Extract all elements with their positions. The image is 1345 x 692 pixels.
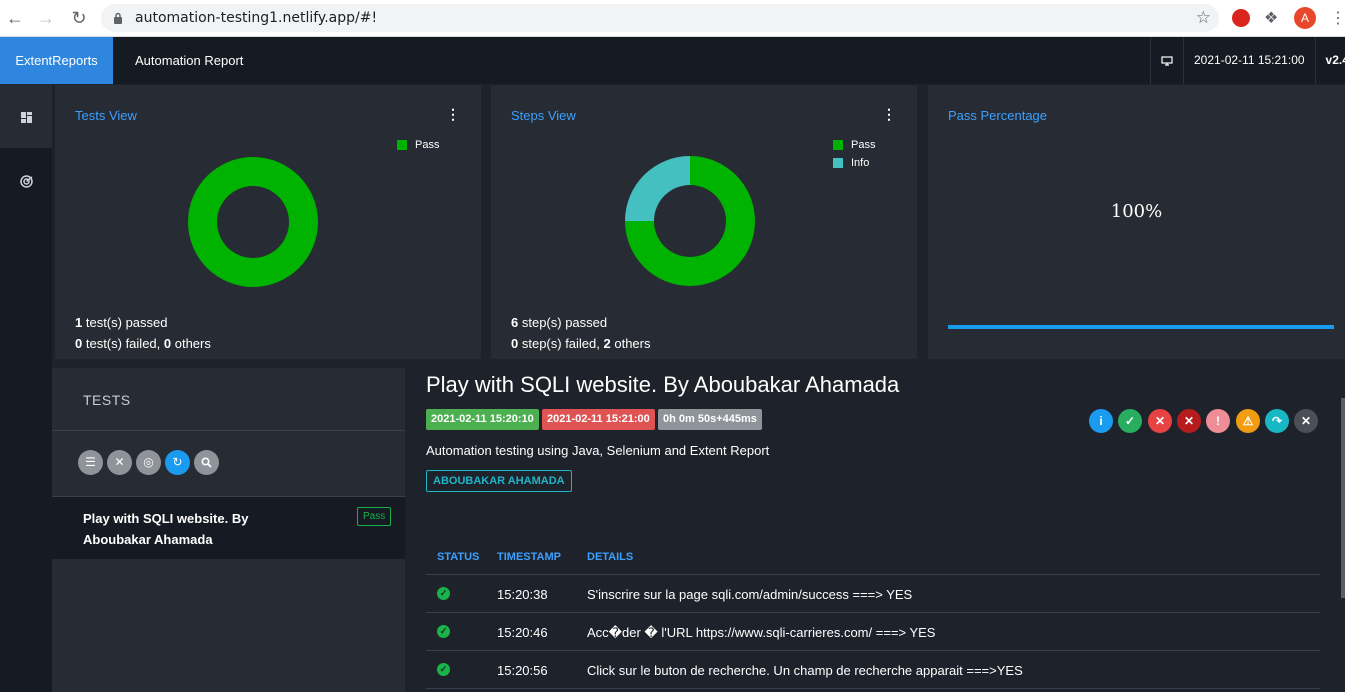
dashboard-icon[interactable]: [0, 84, 52, 148]
table-row: ✓ 15:20:38 S'inscrire sur la page sqli.c…: [426, 575, 1320, 613]
brand-logo[interactable]: ExtentReports: [0, 37, 113, 84]
skip-filter-icon[interactable]: ↷: [1265, 409, 1289, 433]
pass-check-icon: ✓: [437, 663, 450, 676]
step-timestamp: 15:20:38: [497, 587, 548, 602]
fail-filter-icon[interactable]: ✕: [1148, 409, 1172, 433]
legend-label: Info: [851, 157, 870, 169]
tests-view-kebab-icon[interactable]: ⋮: [446, 107, 460, 121]
profile-avatar[interactable]: A: [1294, 7, 1316, 29]
pass-filter-icon[interactable]: ✓: [1118, 409, 1142, 433]
info-filter-icon[interactable]: i: [1089, 409, 1113, 433]
pass-percentage-value: 100%: [1110, 201, 1163, 222]
pass-percentage-title: Pass Percentage: [948, 108, 1048, 123]
version-label: v2.41.1: [1314, 37, 1345, 84]
step-timestamp: 15:20:46: [497, 625, 548, 640]
tests-view-donut: [188, 157, 318, 287]
pass-check-icon: ✓: [437, 587, 450, 600]
start-time-badge: 2021-02-11 15:20:10: [426, 409, 539, 430]
bookmark-star-icon[interactable]: ☆: [1196, 8, 1211, 28]
column-header-timestamp: TIMESTAMP: [497, 551, 561, 563]
end-time-badge: 2021-02-11 15:21:00: [542, 409, 655, 430]
refresh-icon[interactable]: ↻: [165, 450, 190, 475]
steps-view-donut: [625, 156, 755, 286]
legend-item: Pass: [833, 139, 875, 151]
fatal-filter-icon[interactable]: ✕: [1177, 409, 1201, 433]
top-header: ExtentReports Automation Report 2021-02-…: [0, 37, 1345, 84]
column-header-status: STATUS: [437, 551, 480, 563]
lock-icon: [114, 12, 122, 24]
legend-label: Pass: [415, 139, 440, 151]
legend-item: Info: [833, 157, 875, 169]
reload-icon[interactable]: ↻: [68, 8, 90, 28]
clear-filter-icon[interactable]: ✕: [107, 450, 132, 475]
steps-view-kebab-icon[interactable]: ⋮: [882, 107, 896, 121]
pass-percentage-card: Pass Percentage 100%: [928, 85, 1345, 359]
report-datetime: 2021-02-11 15:21:00: [1183, 37, 1315, 84]
search-icon[interactable]: [194, 450, 219, 475]
pass-percentage-bar: [948, 325, 1334, 329]
test-detail-panel: Play with SQLI website. By Aboubakar Aha…: [406, 368, 1345, 692]
step-details: S'inscrire sur la page sqli.com/admin/su…: [587, 587, 913, 602]
step-timestamp: 15:20:56: [497, 663, 548, 678]
steps-view-legend: Pass Info: [833, 139, 875, 175]
steps-view-card: Steps View ⋮ Pass Info 6 step(s) passed …: [491, 85, 917, 359]
tests-radar-icon[interactable]: [0, 148, 52, 212]
divider: [52, 430, 405, 431]
author-badge[interactable]: ABOUBAKAR AHAMADA: [426, 470, 572, 492]
legend-swatch: [397, 140, 407, 150]
tests-panel-title: TESTS: [83, 392, 131, 408]
scrollbar[interactable]: [1341, 398, 1345, 598]
steps-passed-summary: 6 step(s) passed: [511, 315, 608, 330]
pass-check-icon: ✓: [437, 625, 450, 638]
forward-arrow-icon[interactable]: →: [35, 8, 57, 28]
report-name: Automation Report: [135, 53, 244, 68]
step-details: Acc�der � l'URL https://www.sqli-carrier…: [587, 625, 936, 640]
legend-label: Pass: [851, 139, 876, 151]
url-text: automation-testing1.netlify.app/#!: [135, 10, 378, 26]
tests-failed-summary: 0 test(s) failed, 0 others: [75, 336, 211, 351]
tests-view-card: Tests View ⋮ Pass 1 test(s) passed 0 tes…: [55, 85, 481, 359]
sidebar: [0, 84, 52, 692]
column-header-details: DETAILS: [587, 551, 634, 563]
legend-swatch: [833, 158, 843, 168]
steps-failed-summary: 0 step(s) failed, 2 others: [511, 336, 651, 351]
step-details: Click sur le buton de recherche. Un cham…: [587, 663, 1023, 678]
test-name: Play with SQLI website. By Aboubakar Aha…: [83, 511, 249, 547]
extensions-puzzle-icon[interactable]: ❖: [1264, 8, 1278, 28]
status-badge: Pass: [357, 507, 392, 526]
close-filter-icon[interactable]: ✕: [1294, 409, 1318, 433]
tests-view-title: Tests View: [75, 108, 137, 123]
donut-slice-info[interactable]: [625, 156, 690, 221]
error-filter-icon[interactable]: !: [1206, 409, 1230, 433]
donut-slice-pass[interactable]: [188, 157, 318, 287]
tests-view-legend: Pass: [397, 139, 439, 157]
test-list-item[interactable]: Play with SQLI website. By Aboubakar Aha…: [52, 497, 405, 559]
table-row: ✓ 15:20:46 Acc�der � l'URL https://www.s…: [426, 613, 1320, 651]
tests-panel: TESTS ☰ ✕ ◎ ↻ Play with SQLI website. By…: [52, 368, 405, 692]
legend-item: Pass: [397, 139, 439, 151]
warning-filter-icon[interactable]: ⚠: [1236, 409, 1260, 433]
browser-menu-icon[interactable]: ⋮: [1330, 8, 1345, 28]
test-description: Automation testing using Java, Selenium …: [426, 443, 770, 458]
monitor-icon[interactable]: [1150, 37, 1183, 84]
tests-passed-summary: 1 test(s) passed: [75, 315, 168, 330]
address-bar[interactable]: automation-testing1.netlify.app/#! ☆: [101, 4, 1219, 32]
test-title: Play with SQLI website. By Aboubakar Aha…: [426, 372, 900, 397]
radar-filter-icon[interactable]: ◎: [136, 450, 161, 475]
list-filter-icon[interactable]: ☰: [78, 450, 103, 475]
steps-view-title: Steps View: [511, 108, 576, 123]
back-arrow-icon[interactable]: ←: [4, 8, 26, 28]
browser-toolbar: ← → ↻ automation-testing1.netlify.app/#!…: [0, 0, 1345, 37]
adblock-extension-icon[interactable]: [1232, 9, 1250, 27]
duration-badge: 0h 0m 50s+445ms: [658, 409, 762, 430]
legend-swatch: [833, 140, 843, 150]
table-row: ✓ 15:20:56 Click sur le buton de recherc…: [426, 651, 1320, 689]
